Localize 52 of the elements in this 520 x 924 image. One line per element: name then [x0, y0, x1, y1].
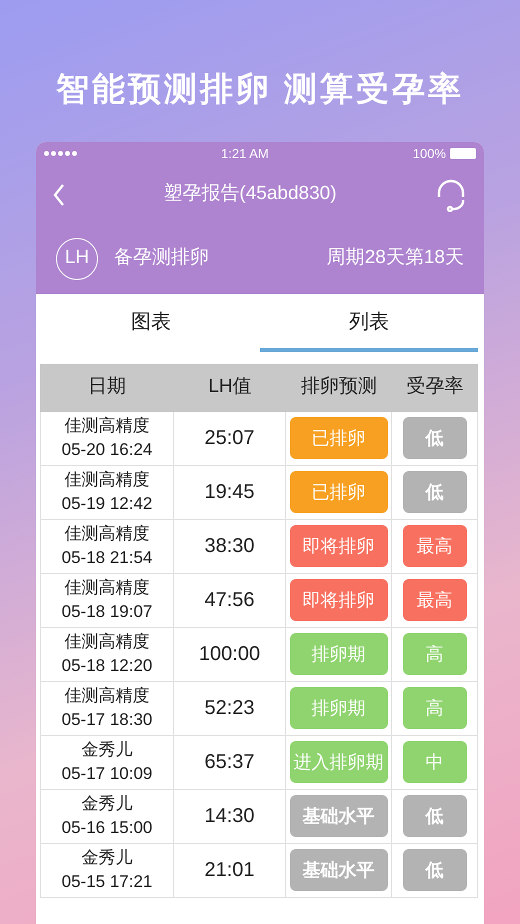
status-badge: 即将排卵: [290, 579, 388, 621]
status-badge: 中: [402, 741, 466, 783]
table-cell: 47:56: [174, 574, 286, 626]
column-header: 受孕率: [406, 375, 464, 400]
status-badge: 已排卵: [290, 471, 388, 513]
status-badge: 高: [402, 633, 466, 675]
battery-level: 100%: [412, 144, 446, 163]
status-badge: 低: [402, 795, 466, 837]
table-cell: 38:30: [174, 520, 286, 572]
tab[interactable]: 图表: [42, 296, 260, 352]
cycle-day: 周期28天第18天: [326, 244, 464, 273]
table-cell: 佳测高精度 05-17 18:30: [40, 682, 174, 734]
status-badge: 排卵期: [290, 633, 388, 675]
table-cell: 佳测高精度 05-19 12:42: [40, 466, 174, 518]
status-time: 1:21 AM: [221, 144, 269, 163]
headline: 智能预测排卵 测算受孕率: [56, 69, 464, 109]
status-badge: 低: [402, 849, 466, 891]
table-cell: 金秀儿 05-16 15:00: [40, 790, 174, 842]
table-cell: 21:01: [174, 844, 286, 896]
table-cell: 佳测高精度 05-18 21:54: [40, 520, 174, 572]
status-badge: 低: [402, 471, 466, 513]
table-cell: 佳测高精度 05-18 12:20: [40, 628, 174, 680]
table-cell: 14:30: [174, 790, 286, 842]
lh-badge: LH: [56, 238, 98, 280]
status-badge: 最高: [402, 579, 466, 621]
table-cell: 100:00: [174, 628, 286, 680]
status-badge: 排卵期: [290, 687, 388, 729]
table-cell: 金秀儿 05-15 17:21: [40, 844, 174, 896]
column-header: 日期: [87, 375, 127, 400]
back-icon[interactable]: [52, 182, 66, 206]
table-cell: 19:45: [174, 466, 286, 518]
test-label: 备孕测排卵: [114, 246, 210, 270]
table-cell: 25:07: [174, 412, 286, 464]
table-cell: 65:37: [174, 736, 286, 788]
status-badge: 已排卵: [290, 417, 388, 459]
status-badge: 基础水平: [290, 795, 388, 837]
status-badge: 低: [402, 417, 466, 459]
table-cell: 佳测高精度 05-18 19:07: [40, 574, 174, 626]
tab[interactable]: 列表: [260, 296, 478, 352]
table-cell: 52:23: [174, 682, 286, 734]
signal-icon: [44, 151, 77, 156]
nav-title: 塑孕报告(45abd830): [163, 182, 337, 206]
status-badge: 最高: [402, 525, 466, 567]
status-badge: 基础水平: [290, 849, 388, 891]
table-cell: 佳测高精度 05-20 16:24: [40, 412, 174, 464]
table-cell: 金秀儿 05-17 10:09: [40, 736, 174, 788]
status-badge: 高: [402, 687, 466, 729]
status-badge: 即将排卵: [290, 525, 388, 567]
column-header: 排卵预测: [300, 375, 378, 400]
battery-icon: [450, 148, 476, 159]
column-header: LH值: [207, 375, 253, 400]
status-badge: 进入排卵期: [290, 741, 388, 783]
